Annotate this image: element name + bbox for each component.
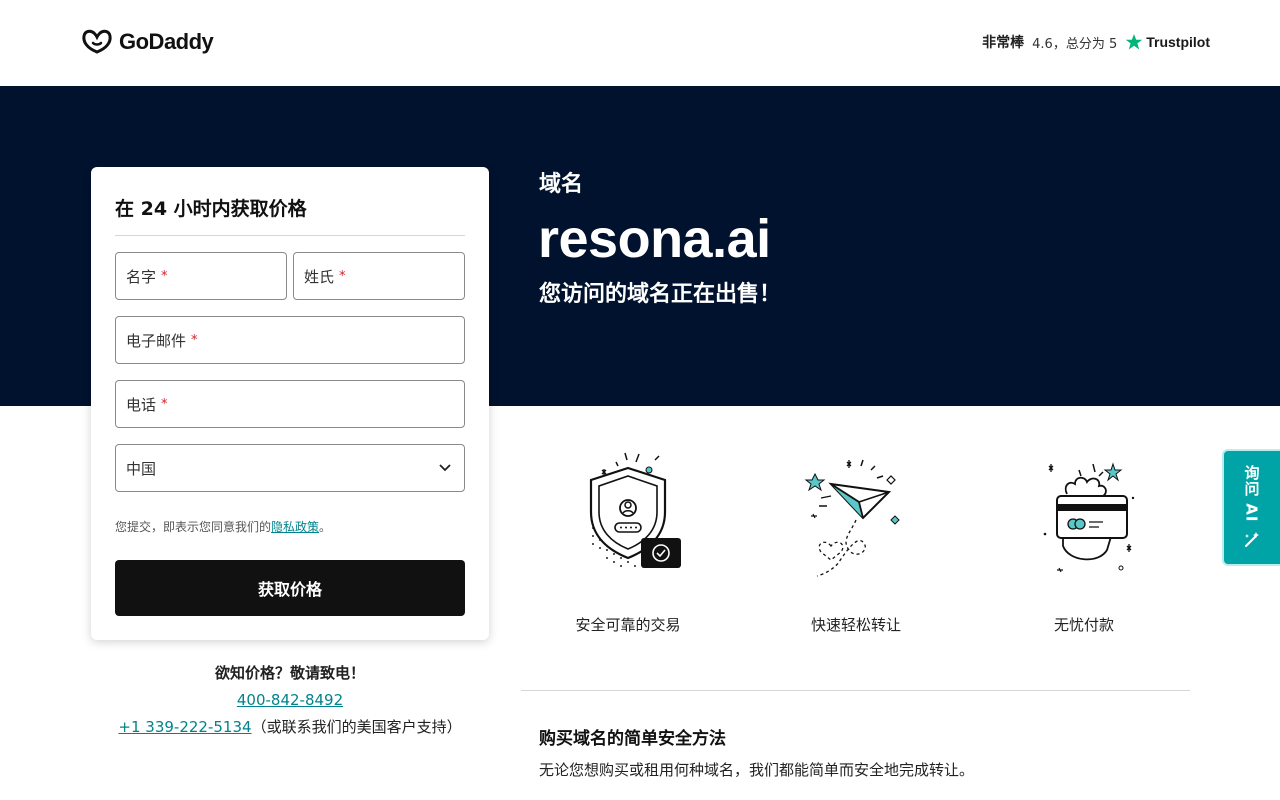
trustpilot-star-icon <box>1125 34 1143 50</box>
form-divider <box>115 235 465 236</box>
paper-plane-icon <box>804 459 900 577</box>
godaddy-logo[interactable]: GoDaddy <box>81 28 214 56</box>
phone-field[interactable]: 电话 * <box>115 380 465 428</box>
rating-word: 非常棒 <box>982 35 1025 51</box>
feature-label: 无忧付款 <box>1053 616 1114 634</box>
required-mark: * <box>161 268 168 284</box>
hero-kicker: 域名 <box>539 172 584 197</box>
first-name-label: 名字 <box>126 267 157 286</box>
required-mark: * <box>339 268 346 284</box>
logo-text: GoDaddy <box>119 29 214 54</box>
feature-transfer: 快速轻松转让 <box>756 450 956 635</box>
godaddy-logo-icon <box>82 29 112 54</box>
feature-label: 快速轻松转让 <box>810 616 901 634</box>
magic-wand-icon <box>1245 532 1259 548</box>
country-select[interactable]: 中国 <box>115 444 465 492</box>
hero-subtitle: 您访问的域名正在出售！ <box>539 282 782 307</box>
country-value: 中国 <box>126 459 157 478</box>
last-name-label: 姓氏 <box>304 267 335 286</box>
consent-prefix: 您提交，即表示您同意我们的 <box>115 520 272 534</box>
consent-text: 您提交，即表示您同意我们的隐私政策。 <box>115 518 331 535</box>
feature-label: 安全可靠的交易 <box>575 616 681 634</box>
email-label: 电子邮件 <box>126 331 187 350</box>
card-payment-icon <box>1043 462 1135 573</box>
trustpilot-rating[interactable]: 非常棒 4.6，总分为 5 Trustpilot <box>982 32 1210 52</box>
trustpilot-brand: Trustpilot <box>1125 33 1210 51</box>
section-title: 购买域名的简单安全方法 <box>539 729 726 749</box>
required-mark: * <box>161 396 168 412</box>
phone-link-us[interactable]: +1 339-222-5134 <box>118 718 251 736</box>
phone-label: 电话 <box>126 395 157 414</box>
ask-ai-label: 询问 AI <box>1242 464 1261 523</box>
trustpilot-label: Trustpilot <box>1146 34 1210 50</box>
phone-link-cn[interactable]: 400-842-8492 <box>237 691 343 709</box>
feature-secure: 安全可靠的交易 <box>528 450 728 635</box>
contact-question: 欲知价格？敬请致电！ <box>214 664 365 682</box>
section-text: 无论您想购买或租用何种域名，我们都能简单而安全地完成转让。 <box>539 761 975 779</box>
contact-block: 欲知价格？敬请致电！ 400-842-8492 +1 339-222-5134（… <box>91 660 489 741</box>
get-price-button[interactable]: 获取价格 <box>115 560 465 616</box>
section-divider <box>521 690 1190 691</box>
feature-payment: 无忧付款 <box>984 450 1184 635</box>
site-header: GoDaddy 非常棒 4.6，总分为 5 Trustpilot <box>0 0 1280 86</box>
domain-name: resona.ai <box>538 209 771 269</box>
consent-suffix: 。 <box>319 520 332 534</box>
us-support-note: （或联系我们的美国客户支持） <box>251 718 462 736</box>
price-request-form: 在 24 小时内获取价格 名字 * 姓氏 * 电子邮件 * 电话 * 中国 您提交，即表… <box>91 167 489 640</box>
first-name-field[interactable]: 名字 * <box>115 252 287 300</box>
shield-icon <box>589 452 681 568</box>
ask-ai-tab[interactable]: 询问 AI <box>1222 449 1280 566</box>
email-field[interactable]: 电子邮件 * <box>115 316 465 364</box>
required-mark: * <box>191 332 198 348</box>
rating-score: 4.6，总分为 5 <box>1032 36 1118 52</box>
form-title: 在 24 小时内获取价格 <box>115 198 307 220</box>
chevron-down-icon <box>439 464 451 472</box>
last-name-field[interactable]: 姓氏 * <box>293 252 465 300</box>
privacy-policy-link[interactable]: 隐私政策 <box>271 520 319 534</box>
